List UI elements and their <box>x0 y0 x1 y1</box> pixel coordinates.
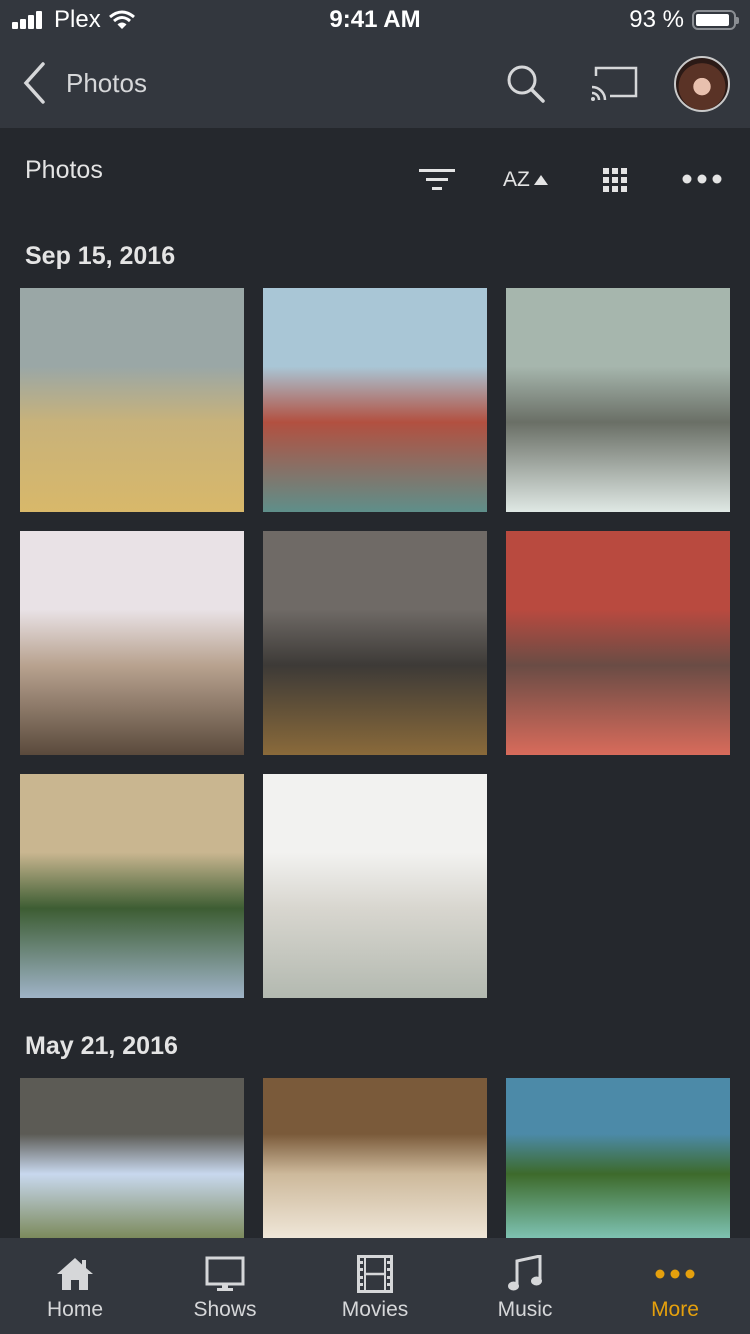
search-icon[interactable] <box>506 64 546 104</box>
photo-thumbnail[interactable] <box>20 531 244 755</box>
photo-thumbnail[interactable] <box>506 531 730 755</box>
sort-label: AZ <box>503 168 530 191</box>
battery-percent: 93 % <box>629 6 684 33</box>
tab-label: Shows <box>193 1298 257 1321</box>
battery-icon <box>692 10 739 30</box>
section-date: May 21, 2016 <box>25 1032 178 1060</box>
film-icon <box>357 1255 393 1293</box>
library-toolbar: Photos AZ <box>0 128 750 228</box>
photo-thumbnail[interactable] <box>20 774 244 998</box>
monitor-icon <box>205 1256 245 1291</box>
photo-thumbnail[interactable] <box>506 288 730 512</box>
photo-thumbnail[interactable] <box>263 1078 487 1238</box>
tab-more[interactable]: More <box>600 1238 750 1334</box>
avatar[interactable] <box>674 56 730 112</box>
photo-thumbnail[interactable] <box>506 1078 730 1238</box>
back-button[interactable]: Photos <box>22 62 147 104</box>
status-bar: Plex 9:41 AM 93 % <box>0 0 750 40</box>
photo-thumbnail[interactable] <box>263 774 487 998</box>
sort-ascending-icon <box>533 175 548 185</box>
more-options-icon[interactable] <box>682 174 722 184</box>
tab-shows[interactable]: Shows <box>150 1238 300 1334</box>
more-icon <box>655 1269 695 1279</box>
photo-thumbnail[interactable] <box>20 1078 244 1238</box>
tab-label: More <box>651 1298 699 1321</box>
tab-label: Home <box>46 1298 104 1321</box>
music-note-icon <box>508 1255 542 1291</box>
tab-music[interactable]: Music <box>450 1238 600 1334</box>
photo-thumbnail[interactable] <box>20 288 244 512</box>
tab-bar: Home Shows Movies Music More <box>0 1238 750 1334</box>
home-icon <box>57 1258 93 1290</box>
photo-thumbnail[interactable] <box>263 531 487 755</box>
sort-button[interactable]: AZ <box>503 168 548 192</box>
photo-thumbnail[interactable] <box>263 288 487 512</box>
cast-icon[interactable] <box>590 66 638 102</box>
tab-label: Movies <box>341 1298 409 1321</box>
tab-label: Music <box>497 1298 553 1321</box>
back-label: Photos <box>66 67 147 98</box>
filter-icon[interactable] <box>418 168 456 190</box>
library-title: Photos <box>25 156 103 184</box>
tab-home[interactable]: Home <box>0 1238 150 1334</box>
nav-bar: Photos <box>0 40 750 128</box>
chevron-left-icon <box>23 62 45 104</box>
section-date: Sep 15, 2016 <box>25 242 176 270</box>
tab-movies[interactable]: Movies <box>300 1238 450 1334</box>
grid-view-icon[interactable] <box>603 168 627 192</box>
